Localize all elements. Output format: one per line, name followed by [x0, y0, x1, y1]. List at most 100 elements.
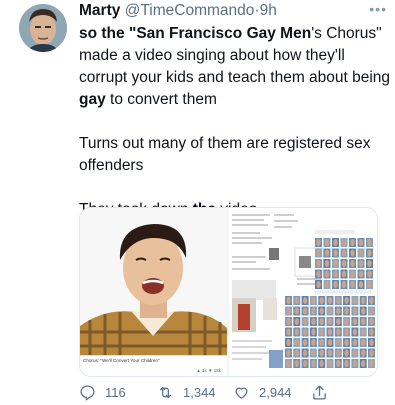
mugshot-face — [336, 328, 341, 336]
mugshot-face — [361, 349, 366, 357]
mugshot-face — [336, 307, 341, 315]
text-bold: gay — [79, 91, 106, 108]
mugshot-face — [286, 328, 291, 336]
mugshot-face — [286, 307, 291, 315]
mugshot-face — [367, 260, 372, 267]
mugshot-face — [319, 360, 324, 367]
mugshot-face — [336, 318, 341, 325]
retweet-button[interactable]: 1,344 — [157, 384, 216, 401]
mugshot-face — [327, 339, 333, 346]
mugshot-face — [344, 349, 349, 357]
mugshot-face — [344, 318, 349, 325]
mugshot-face — [316, 270, 321, 278]
text-bold: so the " — [79, 25, 137, 42]
share-button[interactable] — [311, 384, 328, 401]
mugshot-face — [324, 249, 330, 257]
more-options-icon[interactable]: ••• — [369, 1, 387, 17]
mugshot-face — [333, 249, 338, 257]
video-stats: ▲ 1k ▼ 18k — [196, 368, 221, 373]
mugshot-face — [369, 360, 374, 367]
reply-count: 116 — [105, 385, 126, 400]
mugshot-face — [311, 307, 316, 315]
mugshot-face — [336, 349, 341, 357]
user-handle[interactable]: @TimeCommando — [125, 2, 255, 19]
thumbs-down-icon: ▼ — [208, 368, 213, 373]
reply-button[interactable]: 116 — [79, 384, 126, 401]
mugshot-face — [319, 339, 324, 346]
video-screenshot[interactable]: Chorus: "We'll Convert Your Children" ▲ … — [80, 208, 227, 376]
mugshot-face — [294, 349, 299, 357]
display-name[interactable]: Marty — [79, 2, 120, 19]
tweet-actions: 116 1,344 2,944 — [79, 384, 389, 402]
mugshot-face — [294, 297, 299, 304]
retweet-count: 1,344 — [183, 385, 216, 400]
mugshot-face — [319, 349, 324, 357]
tweet-paragraph-2: Turns out many of them are registered se… — [79, 135, 371, 174]
avatar-photo — [19, 4, 67, 52]
mugshot-face — [350, 281, 355, 288]
mugshot-face — [350, 239, 355, 246]
mugshot-face — [324, 281, 330, 288]
mugshot-face — [336, 360, 341, 367]
mugshot-face — [341, 260, 347, 267]
mugshot-face — [350, 270, 355, 278]
mugshot-face — [327, 307, 333, 315]
mugshot-face — [352, 328, 358, 336]
mugshot-face — [367, 249, 372, 257]
mugshot-face — [352, 349, 358, 357]
mugshot-face — [361, 360, 366, 367]
video-dislikes: 18k — [213, 368, 221, 373]
mugshot-face — [361, 297, 366, 304]
text-bold: San Francisco Gay Men — [136, 25, 312, 42]
mugshot-face — [341, 270, 347, 278]
mugshot-face — [319, 328, 324, 336]
mugshot-face — [369, 318, 374, 325]
mugshot-face — [324, 239, 330, 246]
mugshot-face — [361, 307, 366, 315]
mugshot-face — [311, 339, 316, 346]
mugshot-face — [311, 318, 316, 325]
mugshot-face — [358, 281, 364, 288]
like-count: 2,944 — [259, 385, 292, 400]
mugshot-face — [294, 360, 299, 367]
mugshot-face — [327, 318, 333, 325]
mugshot-face — [369, 349, 374, 357]
mugshot-face — [316, 281, 321, 288]
mugshot-face — [302, 328, 308, 336]
collage-image — [229, 208, 377, 376]
mugshot-face — [302, 318, 308, 325]
mugshot-face — [316, 239, 321, 246]
mugshot-face — [302, 297, 308, 304]
mugshot-face — [333, 239, 338, 246]
mugshot-face — [333, 260, 338, 267]
mugshot-face — [358, 260, 364, 267]
avatar[interactable] — [19, 4, 67, 52]
mugshot-face — [319, 318, 324, 325]
share-icon — [313, 385, 326, 400]
mugshot-face — [327, 328, 333, 336]
mugshot-face — [358, 270, 364, 278]
mugshot-face — [311, 349, 316, 357]
mugshot-face — [333, 281, 338, 288]
tweet-time[interactable]: 9h — [260, 2, 277, 19]
mugshot-face — [333, 270, 338, 278]
mugshot-face — [294, 339, 299, 346]
mugshot-face — [302, 360, 308, 367]
mugshot-face — [341, 281, 347, 288]
mugshot-face — [294, 307, 299, 315]
tweet-paragraph-1: so the "San Francisco Gay Men's Chorus" … — [79, 23, 391, 111]
mugshot-face — [286, 360, 291, 367]
mugshot-face — [286, 349, 291, 357]
tweet-header: Marty @TimeCommando·9h — [79, 2, 387, 22]
heart-icon — [235, 387, 248, 399]
mugshot-face — [361, 339, 366, 346]
tweet-media[interactable]: Chorus: "We'll Convert Your Children" ▲ … — [79, 207, 378, 377]
mugshot-face — [311, 328, 316, 336]
screenshot-collage[interactable] — [229, 208, 377, 376]
mugshot-face — [302, 349, 308, 357]
mugshot-face — [302, 307, 308, 315]
mugshot-face — [367, 270, 372, 278]
like-button[interactable]: 2,944 — [233, 384, 292, 401]
mugshot-face — [352, 318, 358, 325]
mugshot-face — [369, 297, 374, 304]
